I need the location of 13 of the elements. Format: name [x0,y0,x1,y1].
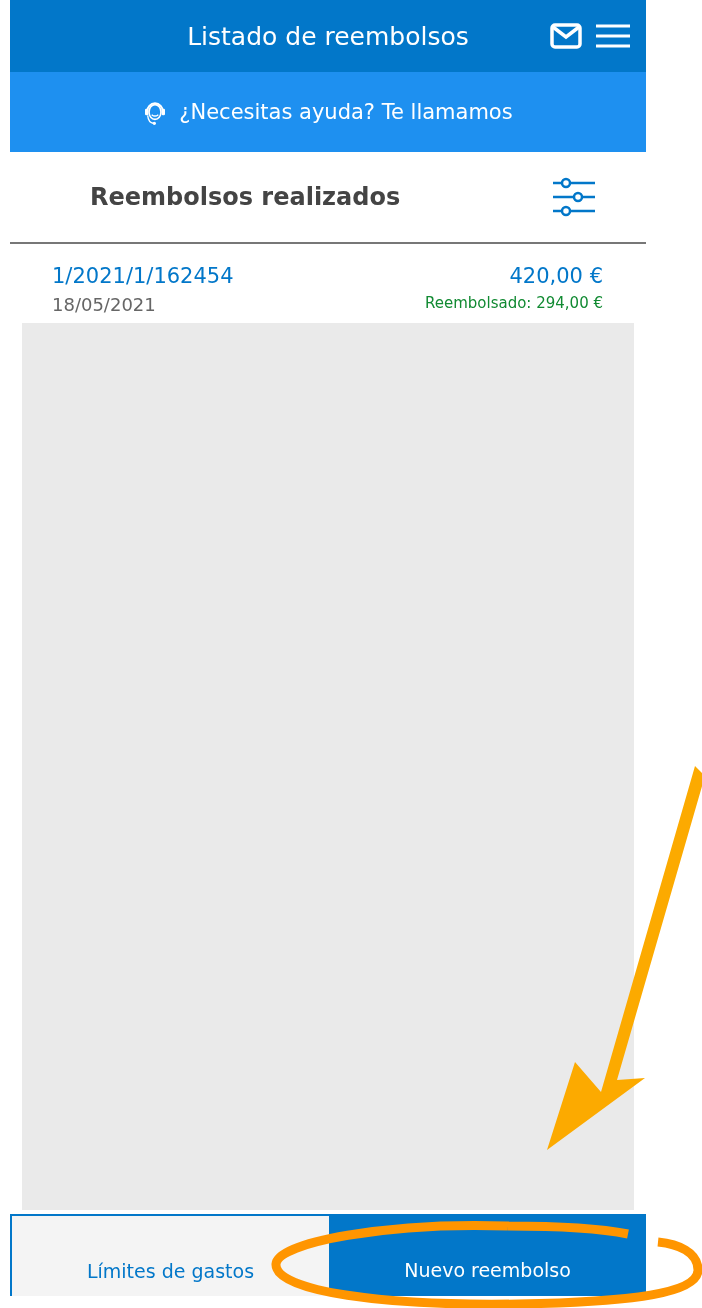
refund-number: 1/2021/1/162454 [52,264,234,288]
section-title: Reembolsos realizados [90,183,401,211]
filter-icon[interactable] [552,177,596,217]
refund-date: 18/05/2021 [52,294,157,315]
limits-button[interactable]: Límites de gastos [10,1214,329,1296]
mail-icon[interactable] [550,23,582,49]
menu-icon[interactable] [596,24,630,48]
refunded-amount: Reembolsado: 294,00 € [425,294,603,312]
help-banner[interactable]: ¿Necesitas ayuda? Te llamamos [10,72,646,152]
refund-amount: 420,00 € [509,264,603,288]
help-text: ¿Necesitas ayuda? Te llamamos [179,100,513,124]
refund-row[interactable]: 1/2021/1/162454 18/05/2021 420,00 € Reembolsado: 294,00 € [10,244,646,323]
page-title: Listado de reembolsos [186,21,470,51]
